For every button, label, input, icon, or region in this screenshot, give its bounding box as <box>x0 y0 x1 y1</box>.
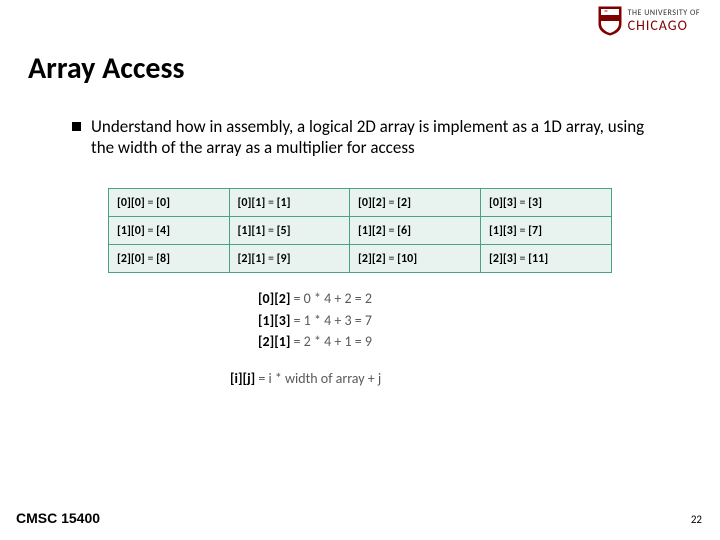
formula-rhs: = 1 * 4 + 3 = 7 <box>290 312 372 329</box>
table-row: [2][0] = [8][2][1] = [9][2][2] = [10][2]… <box>109 245 612 273</box>
table-cell: [0][3] = [3] <box>480 189 611 217</box>
shield-icon <box>598 6 622 36</box>
table-cell: [0][0] = [0] <box>109 189 230 217</box>
logo-line2: CHICAGO <box>628 18 700 33</box>
table-cell: [0][1] = [1] <box>229 189 350 217</box>
cell-1d-index: [3] <box>528 196 542 210</box>
university-logo: THE UNIVERSITY OF CHICAGO <box>598 6 700 36</box>
formula-lhs: [1][3] <box>258 312 290 329</box>
formula-line: [1][3] = 1 * 4 + 3 = 7 <box>258 310 372 332</box>
page-number: 22 <box>691 513 702 526</box>
cell-2d-index: [1][2] <box>358 224 386 238</box>
table-cell: [2][1] = [9] <box>229 245 350 273</box>
cell-2d-index: [2][3] <box>489 252 517 266</box>
bullet-item: Understand how in assembly, a logical 2D… <box>72 116 660 159</box>
table-cell: [2][0] = [8] <box>109 245 230 273</box>
general-formula-rhs: = i * width of array + j <box>255 370 381 387</box>
general-formula-lhs: [i][j] <box>230 370 255 387</box>
cell-2d-index: [0][0] <box>117 196 145 210</box>
general-formula: [i][j] = i * width of array + j <box>230 370 381 387</box>
table-cell: [0][2] = [2] <box>350 189 481 217</box>
table-cell: [1][2] = [6] <box>350 217 481 245</box>
cell-1d-index: [0] <box>156 196 170 210</box>
table-row: [1][0] = [4][1][1] = [5][1][2] = [6][1][… <box>109 217 612 245</box>
cell-1d-index: [10] <box>397 252 417 266</box>
cell-2d-index: [1][1] <box>238 224 266 238</box>
array-mapping-table: [0][0] = [0][0][1] = [1][0][2] = [2][0][… <box>108 188 612 273</box>
formula-line: [0][2] = 0 * 4 + 2 = 2 <box>258 288 372 310</box>
cell-1d-index: [5] <box>277 224 291 238</box>
example-formulas: [0][2] = 0 * 4 + 2 = 2[1][3] = 1 * 4 + 3… <box>258 288 372 353</box>
slide-title: Array Access <box>28 50 184 87</box>
cell-1d-index: [4] <box>156 224 170 238</box>
cell-2d-index: [0][2] <box>358 196 386 210</box>
cell-2d-index: [1][3] <box>489 224 517 238</box>
cell-2d-index: [1][0] <box>117 224 145 238</box>
table-cell: [2][3] = [11] <box>480 245 611 273</box>
course-code: CMSC 15400 <box>16 510 100 526</box>
formula-lhs: [2][1] <box>258 333 290 350</box>
table-row: [0][0] = [0][0][1] = [1][0][2] = [2][0][… <box>109 189 612 217</box>
cell-2d-index: [2][2] <box>358 252 386 266</box>
cell-1d-index: [7] <box>528 224 542 238</box>
cell-2d-index: [2][0] <box>117 252 145 266</box>
cell-2d-index: [0][3] <box>489 196 517 210</box>
formula-rhs: = 2 * 4 + 1 = 9 <box>290 333 372 350</box>
cell-1d-index: [9] <box>277 252 291 266</box>
table-cell: [1][3] = [7] <box>480 217 611 245</box>
cell-1d-index: [6] <box>397 224 411 238</box>
formula-rhs: = 0 * 4 + 2 = 2 <box>290 290 372 307</box>
cell-2d-index: [2][1] <box>238 252 266 266</box>
cell-2d-index: [0][1] <box>238 196 266 210</box>
cell-1d-index: [11] <box>528 252 548 266</box>
logo-text: THE UNIVERSITY OF CHICAGO <box>628 9 700 33</box>
bullet-marker <box>72 122 81 131</box>
cell-1d-index: [2] <box>397 196 411 210</box>
table-cell: [1][0] = [4] <box>109 217 230 245</box>
cell-1d-index: [1] <box>277 196 291 210</box>
table-cell: [2][2] = [10] <box>350 245 481 273</box>
formula-lhs: [0][2] <box>258 290 290 307</box>
table-cell: [1][1] = [5] <box>229 217 350 245</box>
cell-1d-index: [8] <box>156 252 170 266</box>
bullet-text: Understand how in assembly, a logical 2D… <box>91 116 660 159</box>
formula-line: [2][1] = 2 * 4 + 1 = 9 <box>258 331 372 353</box>
